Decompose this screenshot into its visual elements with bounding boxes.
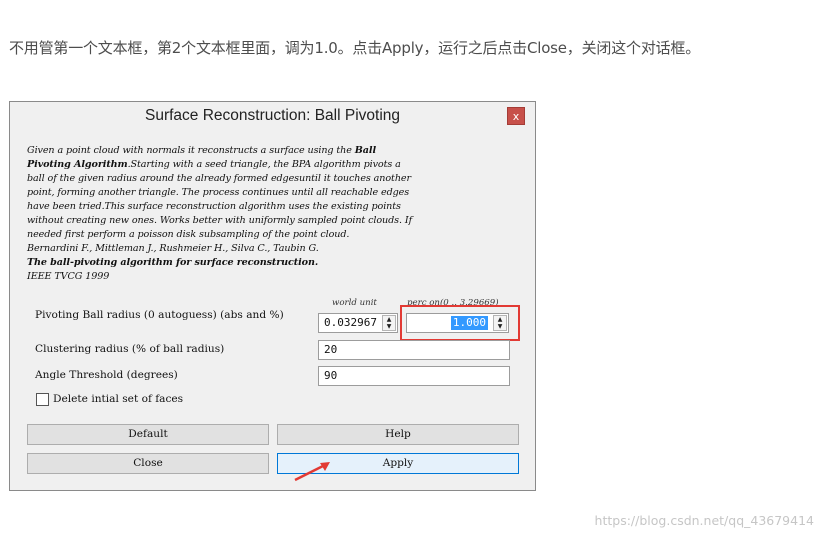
desc-bold: The ball-pivoting algorithm for surface …: [27, 257, 319, 268]
desc-line: Given a point cloud with normals it reco…: [27, 145, 355, 156]
world-radius-spinbox[interactable]: 0.032967 ▲ ▼: [318, 313, 398, 333]
desc-line: have been tried.This surface reconstruct…: [27, 201, 401, 212]
dialog-titlebar: Surface Reconstruction: Ball Pivoting x: [10, 102, 535, 130]
delete-faces-label: Delete intial set of faces: [53, 393, 184, 405]
desc-bold: Ball: [354, 145, 377, 156]
delete-faces-checkbox[interactable]: [36, 393, 49, 406]
ball-pivoting-dialog: Surface Reconstruction: Ball Pivoting x …: [9, 101, 536, 491]
desc-line: needed first perform a poisson disk subs…: [27, 229, 350, 240]
dialog-title: Surface Reconstruction: Ball Pivoting: [144, 107, 401, 124]
red-arrow-icon: [294, 462, 330, 482]
angle-threshold-label: Angle Threshold (degrees): [35, 369, 178, 381]
instruction-text: 不用管第一个文本框，第2个文本框里面，调为1.0。点击Apply，运行之后点击C…: [9, 39, 701, 57]
clustering-radius-field[interactable]: 20: [318, 340, 510, 360]
desc-line: Bernardini F., Mittleman J., Rushmeier H…: [27, 243, 319, 254]
close-button[interactable]: Close: [27, 453, 269, 474]
watermark: https://blog.csdn.net/qq_43679414: [594, 513, 814, 528]
world-radius-value: 0.032967: [324, 316, 377, 329]
desc-line: IEEE TVCG 1999: [27, 271, 110, 282]
desc-bold: Pivoting Algorithm: [27, 159, 128, 170]
spin-up-icon[interactable]: ▲: [383, 316, 395, 323]
algorithm-description: Given a point cloud with normals it reco…: [27, 144, 517, 284]
spin-down-icon[interactable]: ▼: [383, 323, 395, 330]
desc-line: .Starting with a seed triangle, the BPA …: [127, 159, 401, 170]
desc-line: without creating new ones. Works better …: [27, 215, 413, 226]
world-radius-arrows[interactable]: ▲ ▼: [382, 315, 396, 331]
default-button[interactable]: Default: [27, 424, 269, 445]
help-button[interactable]: Help: [277, 424, 519, 445]
desc-line: point, forming another triangle. The pro…: [27, 187, 410, 198]
desc-line: ball of the given radius around the alre…: [27, 173, 411, 184]
pivot-radius-label: Pivoting Ball radius (0 autoguess) (abs …: [35, 309, 284, 321]
highlight-annotation-box: [400, 305, 520, 341]
world-unit-label: world unit: [332, 298, 377, 308]
close-icon[interactable]: x: [507, 107, 525, 125]
clustering-radius-label: Clustering radius (% of ball radius): [35, 343, 225, 355]
angle-threshold-field[interactable]: 90: [318, 366, 510, 386]
